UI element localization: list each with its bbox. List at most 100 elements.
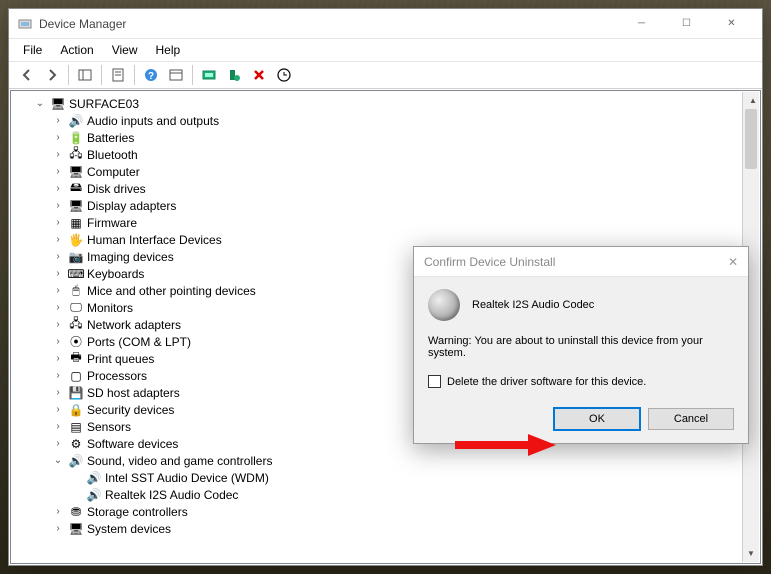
node-label: Computer xyxy=(87,165,140,179)
cancel-button[interactable]: Cancel xyxy=(648,408,734,430)
warning-text: Warning: You are about to uninstall this… xyxy=(428,335,734,359)
chevron-right-icon[interactable]: › xyxy=(51,335,65,349)
chevron-right-icon[interactable]: › xyxy=(51,352,65,366)
chevron-right-icon[interactable]: › xyxy=(51,420,65,434)
chevron-down-icon[interactable]: ⌄ xyxy=(51,454,65,468)
tree-node[interactable]: ⌄🔊Sound, video and game controllers xyxy=(11,452,760,469)
ok-button[interactable]: OK xyxy=(554,408,640,430)
tree-node[interactable]: ›🔋Batteries xyxy=(11,129,760,146)
node-label: Human Interface Devices xyxy=(87,233,222,247)
properties-button[interactable] xyxy=(106,63,130,87)
chevron-right-icon[interactable]: › xyxy=(51,403,65,417)
minimize-button[interactable]: ─ xyxy=(619,9,664,38)
chevron-right-icon[interactable]: › xyxy=(51,267,65,281)
maximize-button[interactable]: ☐ xyxy=(664,9,709,38)
chevron-right-icon[interactable] xyxy=(69,471,83,485)
tree-node[interactable]: ›▦Firmware xyxy=(11,214,760,231)
dialog-title-text: Confirm Device Uninstall xyxy=(424,255,555,269)
chevron-right-icon[interactable]: › xyxy=(51,318,65,332)
tree-node[interactable]: 🔊Intel SST Audio Device (WDM) xyxy=(11,469,760,486)
window-title: Device Manager xyxy=(39,17,619,31)
menu-action[interactable]: Action xyxy=(52,41,101,59)
tree-node[interactable]: ›🖴Disk drives xyxy=(11,180,760,197)
node-label: SD host adapters xyxy=(87,386,180,400)
node-label: Storage controllers xyxy=(87,505,188,519)
node-label: Imaging devices xyxy=(87,250,174,264)
show-hide-tree-button[interactable] xyxy=(73,63,97,87)
device-category-icon: 🖶 xyxy=(68,351,84,367)
scroll-thumb[interactable] xyxy=(745,109,757,169)
node-label: System devices xyxy=(87,522,171,536)
disable-button[interactable] xyxy=(247,63,271,87)
delete-driver-checkbox[interactable] xyxy=(428,375,441,388)
device-category-icon: 🔊 xyxy=(68,453,84,469)
chevron-right-icon[interactable]: › xyxy=(51,233,65,247)
device-category-icon: 🖥 xyxy=(68,198,84,214)
device-category-icon: 🖥 xyxy=(68,521,84,537)
node-label: Intel SST Audio Device (WDM) xyxy=(105,471,269,485)
chevron-right-icon[interactable]: › xyxy=(51,250,65,264)
chevron-right-icon[interactable]: › xyxy=(51,505,65,519)
chevron-right-icon[interactable]: › xyxy=(51,216,65,230)
forward-button[interactable] xyxy=(40,63,64,87)
menubar: File Action View Help xyxy=(9,39,762,61)
node-label: Software devices xyxy=(87,437,178,451)
chevron-right-icon[interactable]: › xyxy=(51,386,65,400)
node-label: Batteries xyxy=(87,131,134,145)
chevron-right-icon[interactable]: › xyxy=(51,284,65,298)
chevron-right-icon[interactable]: › xyxy=(51,437,65,451)
device-category-icon: 🔒 xyxy=(68,402,84,418)
chevron-right-icon[interactable]: › xyxy=(51,182,65,196)
chevron-right-icon[interactable]: › xyxy=(51,199,65,213)
confirm-uninstall-dialog: Confirm Device Uninstall ✕ Realtek I2S A… xyxy=(413,246,749,444)
chevron-right-icon[interactable]: › xyxy=(51,165,65,179)
device-category-icon: ▦ xyxy=(68,215,84,231)
dialog-close-icon[interactable]: ✕ xyxy=(728,255,738,269)
tree-node[interactable]: ›🖧Bluetooth xyxy=(11,146,760,163)
menu-file[interactable]: File xyxy=(15,41,50,59)
device-name: Realtek I2S Audio Codec xyxy=(472,299,594,311)
chevron-right-icon[interactable]: › xyxy=(51,522,65,536)
chevron-right-icon[interactable]: › xyxy=(51,301,65,315)
chevron-right-icon[interactable]: › xyxy=(51,148,65,162)
tree-node[interactable]: 🔊Realtek I2S Audio Codec xyxy=(11,486,760,503)
node-label: Audio inputs and outputs xyxy=(87,114,219,128)
device-category-icon: ▢ xyxy=(68,368,84,384)
device-category-icon: 🔊 xyxy=(68,113,84,129)
node-label: Processors xyxy=(87,369,147,383)
node-label: Mice and other pointing devices xyxy=(87,284,256,298)
menu-view[interactable]: View xyxy=(104,41,146,59)
node-label: Disk drives xyxy=(87,182,146,196)
node-label: Security devices xyxy=(87,403,174,417)
close-button[interactable]: ✕ xyxy=(709,9,754,38)
chevron-right-icon[interactable]: › xyxy=(51,131,65,145)
chevron-down-icon[interactable]: ⌄ xyxy=(33,97,47,111)
help-button[interactable]: ? xyxy=(139,63,163,87)
tree-node[interactable]: ⌄🖥SURFACE03 xyxy=(11,95,760,112)
chevron-right-icon[interactable]: › xyxy=(51,114,65,128)
device-category-icon: 🖧 xyxy=(68,317,84,333)
tree-node[interactable]: ›🖥Display adapters xyxy=(11,197,760,214)
chevron-right-icon[interactable] xyxy=(69,488,83,502)
tree-node[interactable]: ›🖥System devices xyxy=(11,520,760,537)
toolbar-icon-list[interactable] xyxy=(164,63,188,87)
checkbox-label: Delete the driver software for this devi… xyxy=(447,376,646,388)
device-category-icon: ▤ xyxy=(68,419,84,435)
node-label: Print queues xyxy=(87,352,154,366)
scroll-down-icon[interactable]: ▼ xyxy=(743,545,759,562)
svg-text:?: ? xyxy=(148,71,154,82)
back-button[interactable] xyxy=(15,63,39,87)
device-category-icon: 🖧 xyxy=(68,147,84,163)
menu-help[interactable]: Help xyxy=(148,41,189,59)
tree-node[interactable]: ›🖥Computer xyxy=(11,163,760,180)
scan-hardware-button[interactable] xyxy=(272,63,296,87)
device-category-icon: ⚙ xyxy=(68,436,84,452)
chevron-right-icon[interactable]: › xyxy=(51,369,65,383)
scroll-up-icon[interactable]: ▲ xyxy=(747,92,759,109)
tree-node[interactable]: ›⛃Storage controllers xyxy=(11,503,760,520)
node-label: Ports (COM & LPT) xyxy=(87,335,191,349)
tree-node[interactable]: ›🔊Audio inputs and outputs xyxy=(11,112,760,129)
device-category-icon: 🖱 xyxy=(68,283,84,299)
uninstall-button[interactable] xyxy=(222,63,246,87)
update-driver-button[interactable] xyxy=(197,63,221,87)
